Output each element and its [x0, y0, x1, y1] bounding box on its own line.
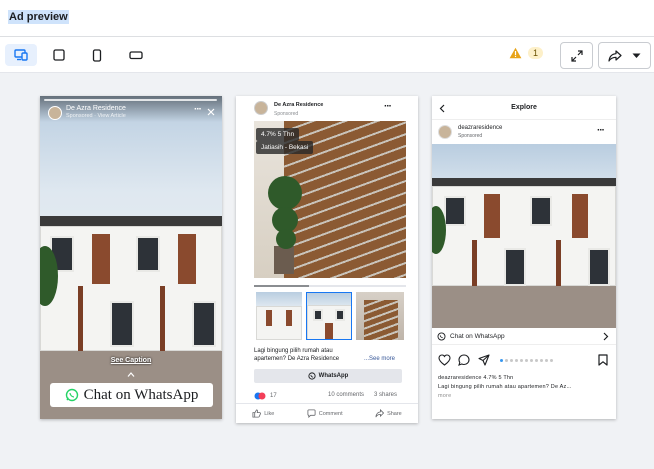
whatsapp-icon	[437, 332, 446, 340]
heart-icon[interactable]	[438, 354, 451, 366]
page-title: Ad preview	[8, 10, 69, 24]
story-preview-card[interactable]: De Azra Residence Sponsored · View Artic…	[40, 96, 222, 419]
story-whatsapp-cta[interactable]: Chat on WhatsApp	[50, 383, 213, 407]
instagram-cta-label: Chat on WhatsApp	[450, 332, 505, 340]
share-arrow-icon	[608, 49, 622, 62]
story-more-icon[interactable]: ···	[194, 104, 202, 115]
bookmark-icon[interactable]	[598, 354, 608, 366]
story-page-avatar	[48, 106, 62, 120]
instagram-username[interactable]: deazraresidence	[458, 125, 502, 131]
story-progress-bar	[44, 99, 217, 101]
whatsapp-icon	[308, 372, 316, 380]
feed-whatsapp-cta[interactable]: WhatsApp	[254, 369, 402, 383]
instagram-whatsapp-cta[interactable]: Chat on WhatsApp	[432, 328, 616, 345]
see-caption-link[interactable]: See Caption	[40, 357, 222, 364]
expand-icon	[570, 49, 583, 62]
story-sponsored-label: Sponsored · View Article	[66, 113, 126, 119]
all-placements-button[interactable]	[5, 44, 37, 66]
share-menu-button[interactable]	[598, 42, 651, 69]
header-bar: Ad preview	[0, 0, 654, 37]
story-page-name: De Azra Residence	[66, 105, 126, 112]
feed-caption: Lagi bingung pilih rumah atau apartemen?…	[254, 348, 340, 362]
story-ad-image	[40, 96, 222, 419]
vertical-format-button[interactable]	[81, 44, 113, 66]
instagram-preview-card[interactable]: Explore deazraresidence Sponsored ··· Ch…	[432, 96, 616, 419]
story-cta-label: Chat on WhatsApp	[83, 386, 199, 403]
instagram-explore-title: Explore	[511, 104, 537, 111]
feed-rate-tag: 4.7% 5 Thn	[256, 128, 300, 141]
feed-more-icon[interactable]: ···	[384, 101, 392, 112]
share-arrow-icon	[375, 409, 385, 418]
instagram-more-icon[interactable]: ···	[597, 125, 605, 136]
comment-icon	[307, 409, 316, 418]
chevron-up-icon	[127, 372, 135, 377]
feed-preview-card[interactable]: De Azra Residence Sponsored ··· 4.7% 5 T…	[236, 96, 418, 423]
warning-icon	[509, 47, 522, 59]
carousel-thumbnail[interactable]	[306, 292, 352, 340]
square-format-button[interactable]	[43, 44, 75, 66]
reaction-count[interactable]: 17	[254, 392, 277, 400]
comment-icon[interactable]	[458, 354, 470, 366]
instagram-caption-line: deazraresidence 4.7% 5 Thn	[438, 375, 514, 381]
devices-icon	[14, 49, 28, 61]
instagram-ad-image	[432, 144, 616, 328]
instagram-avatar	[438, 125, 452, 139]
carousel-thumbnail[interactable]	[356, 292, 404, 340]
landscape-icon	[129, 51, 143, 60]
whatsapp-icon	[65, 388, 78, 402]
phone-portrait-icon	[92, 48, 102, 62]
comment-button[interactable]: Comment	[307, 409, 343, 418]
warning-count-badge: 1	[528, 47, 544, 59]
instagram-caption-line: Lagi bingung pilih rumah atau apartemen?…	[438, 384, 572, 390]
feed-carousel-progress	[254, 285, 406, 287]
feed-page-avatar	[254, 101, 268, 115]
carousel-thumbnail[interactable]	[256, 292, 302, 340]
send-icon[interactable]	[478, 354, 490, 366]
thumbs-up-icon	[252, 409, 262, 418]
warnings-indicator[interactable]: 1	[509, 47, 544, 59]
instagram-action-row	[438, 354, 610, 366]
square-icon	[53, 49, 65, 61]
share-button[interactable]: Share	[375, 409, 402, 418]
close-icon[interactable]	[207, 108, 215, 116]
instagram-sponsored-label: Sponsored	[458, 133, 483, 139]
reactions-icon	[254, 392, 266, 400]
feed-location-tag: Jatiasih - Bekasi	[256, 141, 314, 154]
horizontal-format-button[interactable]	[120, 44, 152, 66]
like-button[interactable]: Like	[252, 409, 274, 418]
feed-actions-bar: Like Comment Share	[236, 403, 418, 423]
preview-toolbar: 1	[0, 37, 654, 73]
feed-cta-label: WhatsApp	[318, 373, 349, 379]
comment-count[interactable]: 10 comments	[328, 392, 364, 398]
instagram-more-link[interactable]: more	[438, 393, 451, 399]
chevron-right-icon	[603, 332, 609, 341]
feed-sponsored-label: Sponsored	[274, 111, 299, 117]
see-more-link[interactable]: ...See more	[364, 355, 395, 363]
instagram-header: Explore	[432, 96, 616, 120]
expand-button[interactable]	[560, 42, 593, 69]
feed-page-name: De Azra Residence	[274, 102, 324, 108]
caret-down-icon	[632, 53, 641, 58]
share-count[interactable]: 3 shares	[374, 392, 397, 398]
